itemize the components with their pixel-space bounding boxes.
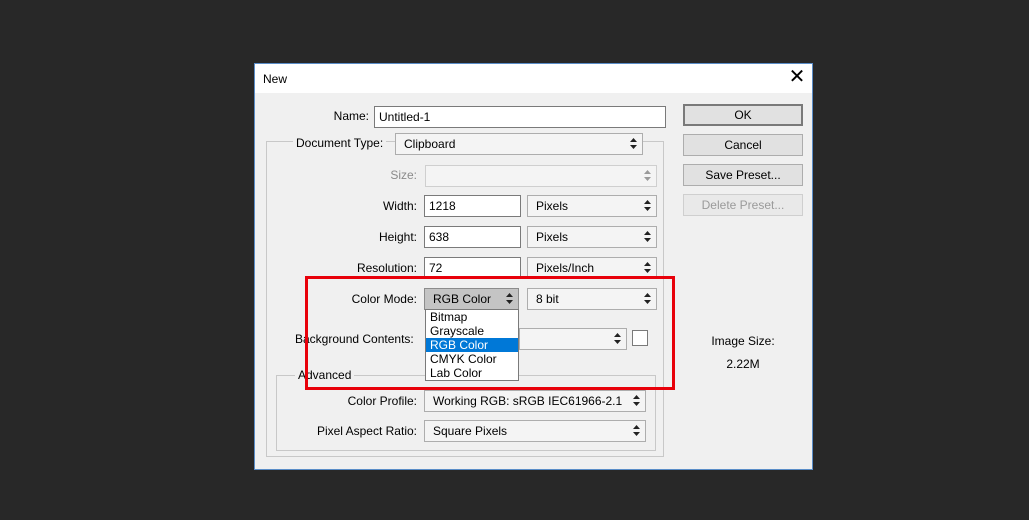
ok-button[interactable]: OK [683,104,803,126]
cancel-button[interactable]: Cancel [683,134,803,156]
width-unit-select[interactable]: Pixels [527,195,657,217]
dialog-body: Name: Untitled-1 Document Type: Clipboar… [255,93,812,469]
width-unit-value: Pixels [536,199,569,213]
document-type-label: Document Type: [293,136,387,150]
color-profile-value: Working RGB: sRGB IEC61966-2.1 [433,394,623,408]
height-unit-value: Pixels [536,230,569,244]
image-size-value: 2.22M [726,357,760,371]
size-label: Size: [390,168,417,182]
name-input[interactable]: Untitled-1 [374,106,666,128]
close-icon[interactable]: ✕ [785,67,809,89]
updown-arrows-icon [644,199,651,212]
pixel-aspect-ratio-select[interactable]: Square Pixels [424,420,646,442]
updown-arrows-icon [644,230,651,243]
color-profile-select[interactable]: Working RGB: sRGB IEC61966-2.1 [424,390,646,412]
save-preset-button[interactable]: Save Preset... [683,164,803,186]
updown-arrows-icon [630,137,637,150]
resolution-unit-value: Pixels/Inch [536,261,595,275]
updown-arrows-icon [644,261,651,274]
width-label: Width: [382,199,417,213]
updown-arrows-icon [633,394,640,407]
pixel-aspect-ratio-value: Square Pixels [433,424,508,438]
updown-arrows-icon [644,169,651,182]
height-unit-select[interactable]: Pixels [527,226,657,248]
title-bar: New ✕ [255,64,812,93]
image-size-label: Image Size: [711,334,775,348]
delete-preset-button: Delete Preset... [683,194,803,216]
pixel-aspect-ratio-label: Pixel Aspect Ratio: [316,424,417,438]
name-label: Name: [333,109,369,123]
color-profile-label: Color Profile: [347,394,417,408]
size-select [425,165,657,187]
updown-arrows-icon [633,424,640,437]
document-type-value: Clipboard [404,137,456,151]
new-document-dialog: New ✕ Name: Untitled-1 Document Type: Cl… [254,63,813,470]
height-input[interactable]: 638 [424,226,521,248]
height-label: Height: [378,230,417,244]
width-input[interactable]: 1218 [424,195,521,217]
resolution-label: Resolution: [356,261,417,275]
document-type-select[interactable]: Clipboard [395,133,643,155]
dialog-title: New [263,72,288,86]
red-highlight-box [305,276,675,390]
